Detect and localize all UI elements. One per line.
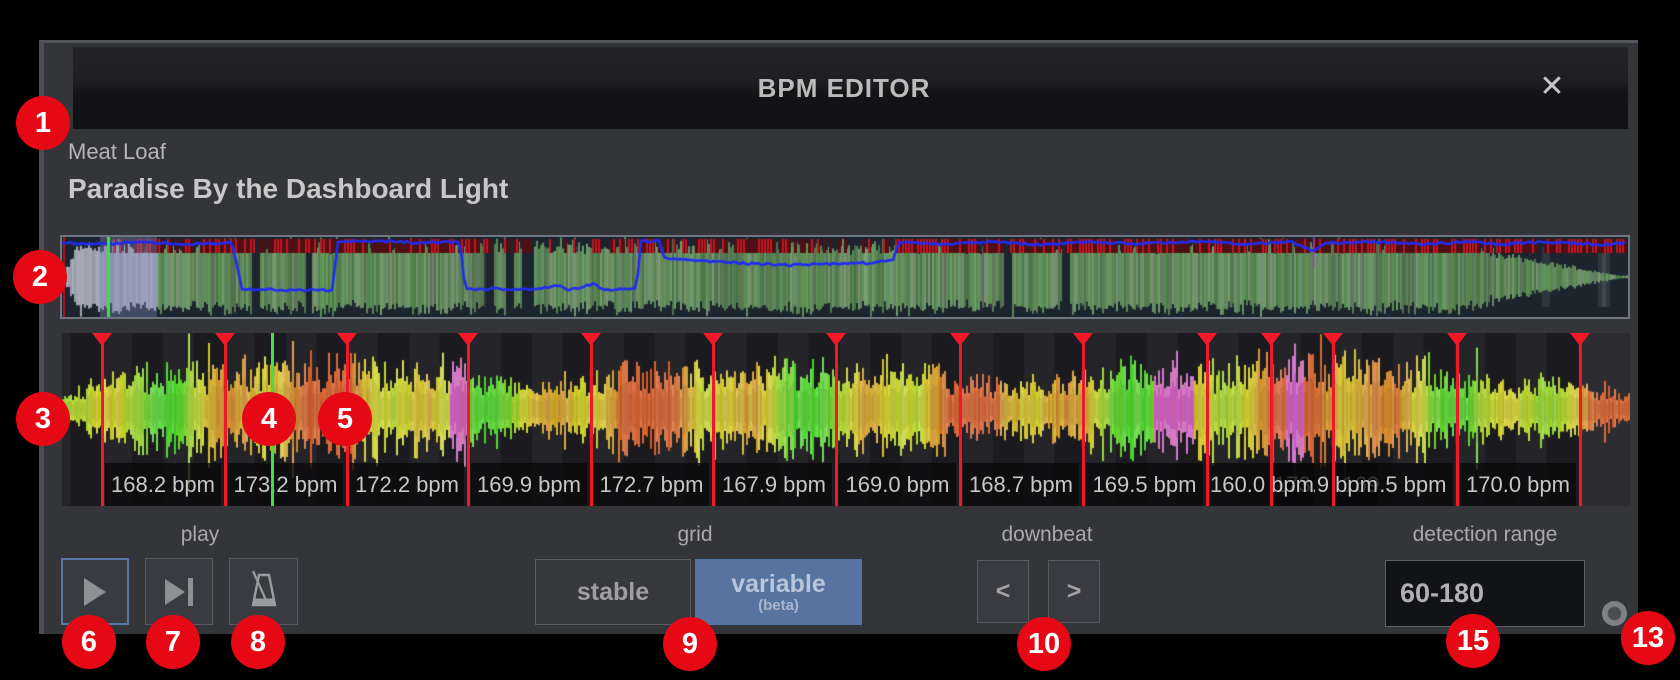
beat-marker[interactable]: [590, 333, 593, 506]
play-icon: [84, 578, 106, 606]
grid-variable-label: variable: [731, 570, 826, 599]
grid-variable-button[interactable]: variable (beta): [695, 559, 862, 625]
close-button[interactable]: ✕: [1524, 47, 1580, 129]
annotation-badge-4: 4: [242, 392, 296, 446]
beat-marker[interactable]: [835, 333, 838, 506]
beat-marker-triangle[interactable]: [1570, 333, 1590, 346]
beat-marker-triangle[interactable]: [1447, 333, 1467, 346]
beat-marker[interactable]: [1332, 333, 1335, 506]
beat-marker-triangle[interactable]: [1261, 333, 1281, 346]
chevron-left-icon: <: [996, 577, 1011, 606]
screen-background: BPM EDITOR ✕ Meat Loaf Paradise By the D…: [0, 0, 1680, 680]
beat-marker-triangle[interactable]: [826, 333, 846, 346]
annotation-badge-8: 8: [231, 615, 285, 669]
bpm-segment-label: 168.2 bpm: [105, 463, 221, 506]
beat-marker[interactable]: [959, 333, 962, 506]
bpm-segment-label: 172.7 bpm: [594, 463, 709, 506]
bpm-segment-label: 169.0 bpm: [839, 463, 956, 506]
bpm-segment-label: 160.0 bpm: [1210, 463, 1314, 506]
overview-waveform[interactable]: [60, 235, 1630, 319]
overview-canvas: [62, 237, 1628, 317]
downbeat-section-label: downbeat: [1001, 523, 1092, 547]
beat-marker[interactable]: [101, 333, 104, 506]
artist-name: Meat Loaf: [68, 139, 166, 165]
beat-marker-triangle[interactable]: [950, 333, 970, 346]
track-title: Paradise By the Dashboard Light: [68, 173, 508, 205]
beat-marker[interactable]: [1579, 333, 1582, 506]
beat-marker-triangle[interactable]: [337, 333, 357, 346]
beat-marker[interactable]: [712, 333, 715, 506]
beat-marker-triangle[interactable]: [215, 333, 235, 346]
beat-marker[interactable]: [1082, 333, 1085, 506]
beatgrid-waveform[interactable]: 170.0 bpm169.5 bpm173.9 bpm160.0 bpm169.…: [62, 333, 1630, 506]
annotation-badge-7: 7: [146, 615, 200, 669]
beat-marker[interactable]: [1456, 333, 1459, 506]
downbeat-next-button[interactable]: >: [1048, 560, 1100, 623]
beat-marker-triangle[interactable]: [703, 333, 723, 346]
detection-range-label: detection range: [1413, 523, 1558, 547]
chevron-right-icon: >: [1067, 577, 1082, 606]
annotation-badge-13: 13: [1621, 611, 1675, 665]
beat-marker[interactable]: [467, 333, 470, 506]
grid-stable-button[interactable]: stable: [535, 559, 691, 625]
annotation-badge-1: 1: [16, 96, 70, 150]
beat-marker-triangle[interactable]: [458, 333, 478, 346]
bpm-editor-dialog: BPM EDITOR ✕ Meat Loaf Paradise By the D…: [39, 40, 1638, 634]
bpm-segment-label: 172.2 bpm: [350, 463, 464, 506]
bpm-segment-label: 168.7 bpm: [963, 463, 1079, 506]
grid-section-label: grid: [677, 523, 712, 547]
resize-grip[interactable]: [1602, 601, 1627, 626]
downbeat-prev-button[interactable]: <: [977, 560, 1029, 623]
annotation-badge-15: 15: [1446, 614, 1500, 668]
bpm-segment-label: 169.9 bpm: [471, 463, 587, 506]
bpm-segment-label: 169.5 bpm: [1086, 463, 1203, 506]
grid-stable-label: stable: [577, 578, 649, 607]
annotation-badge-10: 10: [1017, 617, 1071, 671]
play-section-label: play: [181, 523, 220, 547]
annotation-badge-2: 2: [13, 250, 67, 304]
window-title: BPM EDITOR: [758, 47, 931, 129]
beat-marker-triangle[interactable]: [92, 333, 112, 346]
annotation-badge-5: 5: [318, 392, 372, 446]
close-icon: ✕: [1539, 70, 1564, 103]
titlebar: BPM EDITOR ✕: [73, 47, 1628, 129]
bpm-segment-label: 167.9 bpm: [716, 463, 832, 506]
beat-marker-triangle[interactable]: [581, 333, 601, 346]
grid-variable-sublabel: (beta): [758, 597, 799, 614]
beat-marker-triangle[interactable]: [1323, 333, 1343, 346]
beat-marker[interactable]: [1206, 333, 1209, 506]
step-forward-icon: [165, 578, 193, 606]
beat-marker-triangle[interactable]: [1073, 333, 1093, 346]
annotation-badge-3: 3: [16, 392, 70, 446]
bpm-segment-label: 170.0 bpm: [1460, 463, 1576, 506]
metronome-icon: [244, 569, 284, 615]
annotation-badge-6: 6: [62, 615, 116, 669]
beat-marker-triangle[interactable]: [1197, 333, 1217, 346]
beat-marker[interactable]: [1270, 333, 1273, 506]
beat-marker[interactable]: [224, 333, 227, 506]
annotation-badge-9: 9: [663, 617, 717, 671]
bpm-segment-label: 173.2 bpm: [228, 463, 343, 506]
